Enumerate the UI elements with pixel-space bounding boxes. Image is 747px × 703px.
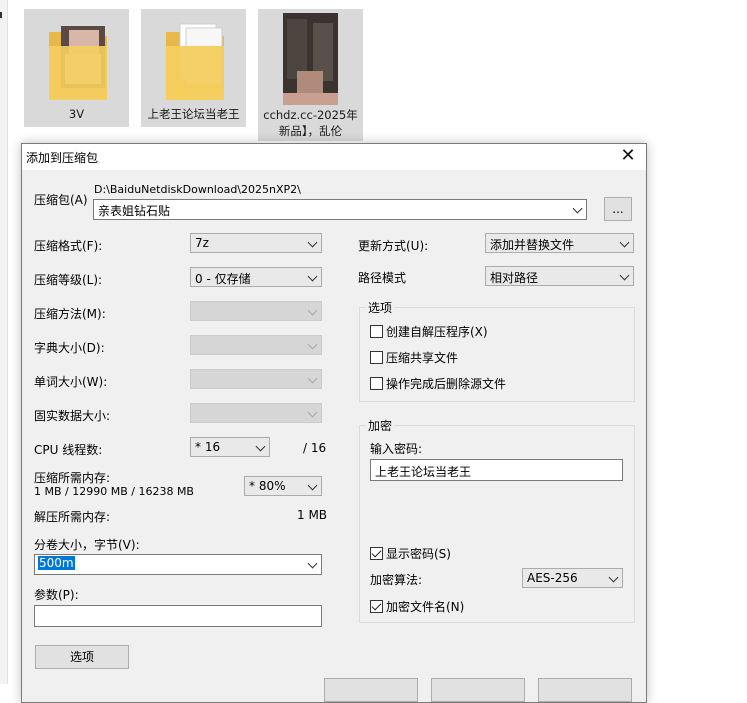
cancel-button[interactable] — [431, 678, 525, 702]
browse-button[interactable]: ... — [604, 197, 632, 221]
level-label: 压缩等级(L): — [34, 273, 103, 287]
cpu-max: / 16 — [303, 441, 327, 455]
chevron-down-icon — [307, 237, 318, 248]
path-mode-label: 路径模式 — [358, 271, 407, 285]
format-value: 7z — [195, 236, 209, 250]
explorer-left-edge — [0, 0, 8, 684]
level-value: 0 - 仅存储 — [195, 272, 251, 286]
archive-label: 压缩包(A) — [34, 193, 88, 207]
mem-compress-label: 压缩所需内存: — [34, 471, 111, 485]
encrypt-names-checkbox[interactable]: 加密文件名(N) — [370, 598, 464, 615]
update-label: 更新方式(U): — [358, 239, 429, 253]
help-button[interactable] — [538, 678, 632, 702]
options-group-title: 选项 — [366, 299, 395, 316]
file-name: cchdz.cc-2025年新品】，乱伦 — [263, 108, 358, 138]
split-label: 分卷大小，字节(V): — [34, 538, 140, 552]
dialog-titlebar: 添加到压缩包 ✕ — [22, 144, 646, 170]
file-item-cchdz[interactable]: cchdz.cc-2025年新品】，乱伦 — [258, 9, 363, 141]
word-combo — [190, 369, 322, 389]
chevron-down-icon — [255, 441, 266, 452]
encryption-method-combo[interactable]: AES-256 — [522, 568, 623, 588]
checkbox-icon — [370, 377, 383, 390]
cpu-threads-value: * 16 — [195, 440, 221, 454]
format-label: 压缩格式(F): — [34, 239, 103, 253]
solid-combo — [190, 403, 322, 423]
chevron-down-icon — [307, 558, 318, 569]
params-input[interactable] — [34, 605, 322, 627]
chevron-down-icon — [619, 237, 630, 248]
folder-name: 上老王论坛当老王 — [147, 107, 240, 121]
dict-label: 字典大小(D): — [34, 341, 105, 355]
encryption-method-value: AES-256 — [527, 571, 578, 585]
format-combo[interactable]: 7z — [190, 233, 322, 253]
password-input[interactable]: 上老王论坛当老王 — [370, 459, 623, 481]
dialog-title: 添加到压缩包 — [26, 151, 99, 165]
close-icon[interactable]: ✕ — [618, 146, 638, 166]
word-label: 单词大小(W): — [34, 375, 108, 389]
shared-files-checkbox[interactable]: 压缩共享文件 — [370, 349, 458, 366]
encryption-method-label: 加密算法: — [370, 573, 423, 587]
options-group: 选项 创建自解压程序(X) 压缩共享文件 操作完成后删除源文件 — [359, 299, 635, 402]
ok-button[interactable] — [324, 678, 418, 702]
add-to-archive-dialog: 添加到压缩包 ✕ 压缩包(A) D:\BaiduNetdiskDownload\… — [21, 143, 647, 703]
encryption-group: 加密 输入密码: 上老王论坛当老王 显示密码(S) 加密算法: AES-256 … — [359, 417, 635, 623]
mem-decompress-value: 1 MB — [297, 508, 328, 522]
folder-name: 3V — [68, 107, 85, 121]
folder-item-laowang[interactable]: 上老王论坛当老王 — [141, 9, 246, 127]
show-password-checkbox[interactable]: 显示密码(S) — [370, 545, 451, 562]
dict-combo — [190, 335, 322, 355]
update-mode-value: 添加并替换文件 — [490, 238, 575, 252]
path-mode-combo[interactable]: 相对路径 — [485, 266, 634, 286]
image-thumbnail-icon — [283, 13, 338, 105]
params-label: 参数(P): — [34, 588, 79, 602]
method-combo — [190, 301, 322, 321]
checkbox-checked-icon — [370, 547, 383, 560]
options-button[interactable]: 选项 — [35, 645, 129, 669]
chevron-down-icon — [307, 373, 318, 384]
archive-path: D:\BaiduNetdiskDownload\2025nXP2\ — [94, 183, 301, 196]
chevron-down-icon — [307, 480, 318, 491]
split-size-combo[interactable]: 500m — [34, 554, 322, 575]
split-size-value: 500m — [38, 556, 75, 570]
encryption-group-title: 加密 — [366, 417, 395, 434]
chevron-down-icon — [608, 572, 619, 583]
path-mode-value: 相对路径 — [490, 271, 539, 285]
solid-label: 固实数据大小: — [34, 409, 111, 423]
cpu-label: CPU 线程数: — [34, 443, 103, 457]
archive-name-value: 亲表姐钻石贴 — [98, 204, 171, 218]
chevron-down-icon — [307, 271, 318, 282]
cpu-threads-combo[interactable]: * 16 — [190, 437, 270, 457]
method-label: 压缩方法(M): — [34, 307, 106, 321]
checkbox-icon — [370, 351, 383, 364]
chevron-down-icon — [307, 339, 318, 350]
mem-percent-combo[interactable]: * 80% — [244, 476, 322, 496]
update-mode-combo[interactable]: 添加并替换文件 — [485, 233, 634, 253]
folder-icon — [166, 23, 224, 100]
sfx-checkbox[interactable]: 创建自解压程序(X) — [370, 323, 488, 340]
checkbox-checked-icon — [370, 600, 383, 613]
password-label: 输入密码: — [370, 442, 423, 456]
archive-name-combo[interactable]: 亲表姐钻石贴 — [93, 199, 587, 220]
chevron-down-icon — [307, 305, 318, 316]
mem-percent-value: * 80% — [249, 479, 286, 493]
folder-thumbnail-icon — [49, 26, 107, 100]
folder-item-3v[interactable]: 3V — [24, 9, 129, 127]
mem-decompress-label: 解压所需内存: — [34, 510, 111, 524]
delete-after-checkbox[interactable]: 操作完成后删除源文件 — [370, 375, 506, 392]
level-combo[interactable]: 0 - 仅存储 — [190, 267, 322, 287]
password-value: 上老王论坛当老王 — [375, 465, 472, 479]
checkbox-icon — [370, 325, 383, 338]
chevron-down-icon — [307, 407, 318, 418]
chevron-down-icon — [619, 270, 630, 281]
mem-compress-detail: 1 MB / 12990 MB / 16238 MB — [34, 485, 194, 498]
chevron-down-icon — [572, 203, 583, 214]
